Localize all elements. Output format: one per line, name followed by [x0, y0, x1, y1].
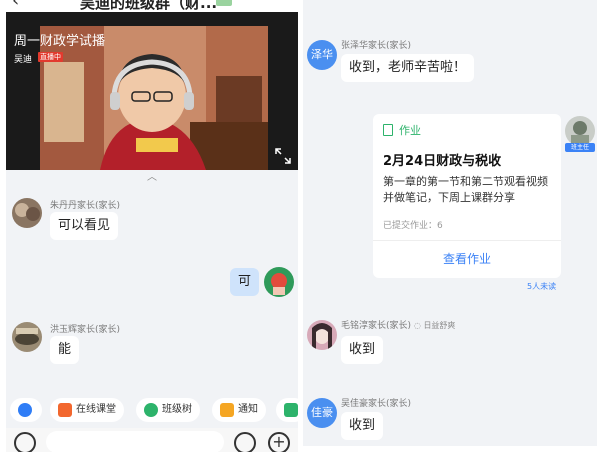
- avatar[interactable]: [12, 322, 42, 352]
- function-toolbar: 在线课堂 班级树 通知: [6, 396, 298, 426]
- message-input-bar: +: [6, 428, 298, 452]
- message-bubble[interactable]: 收到: [341, 412, 384, 440]
- avatar[interactable]: 佳豪: [307, 398, 337, 428]
- classroom-icon: [58, 403, 72, 417]
- message-bubble[interactable]: 可以看见: [50, 212, 119, 240]
- share-tool-button[interactable]: [10, 398, 42, 422]
- collapse-video-bar[interactable]: ︿: [6, 168, 298, 183]
- presenter-name: 吴迪: [14, 55, 33, 65]
- message-bubble[interactable]: 收到，老师辛苦啦！: [341, 54, 475, 82]
- my-avatar[interactable]: [264, 267, 294, 297]
- class-tree-button[interactable]: 班级树: [136, 398, 200, 422]
- sender-name: 朱丹丹家长(家长): [50, 201, 121, 211]
- online-classroom-button[interactable]: 在线课堂: [50, 398, 124, 422]
- unread-count[interactable]: 5人未读: [527, 281, 556, 292]
- status-sticker: ◌ 日益舒爽: [413, 321, 456, 330]
- tool-label: 班级树: [162, 404, 192, 415]
- notice-button[interactable]: 通知: [212, 398, 266, 422]
- teacher-avatar[interactable]: [565, 116, 595, 146]
- left-chat-panel: ‹ 吴迪的班级群（财... 周一财政学试播 吴迪 直播中 ︿ 朱丹丹家长(家长)…: [6, 0, 298, 452]
- divider: [373, 240, 561, 241]
- tool-label: 通知: [238, 404, 258, 415]
- chat-title: 吴迪的班级群（财...: [80, 0, 218, 12]
- green-card-icon: [284, 403, 298, 417]
- live-video-player[interactable]: 周一财政学试播 吴迪 直播中: [6, 12, 298, 170]
- avatar[interactable]: [307, 320, 337, 350]
- avatar[interactable]: [12, 198, 42, 228]
- mic-icon[interactable]: [14, 432, 36, 452]
- sender-name: 毛铭淳家长(家长) ◌ 日益舒爽: [341, 318, 455, 331]
- blue-share-icon: [18, 403, 32, 417]
- avatar[interactable]: 泽华: [307, 40, 337, 70]
- homework-description: 第一章的第一节和第二节观看视频并做笔记，下周上课群分享: [383, 175, 548, 204]
- message-input[interactable]: [46, 431, 224, 452]
- tool-label: 在线课堂: [76, 404, 116, 415]
- view-homework-button[interactable]: 查看作业: [373, 242, 561, 276]
- megaphone-icon: [220, 403, 234, 417]
- teacher-role-badge: 班主任: [565, 143, 595, 152]
- right-chat-panel: 泽华 张泽华家长(家长) 收到，老师辛苦啦！ 作业 2月24日财政与税收 第一章…: [303, 0, 597, 446]
- live-badge: 直播中: [38, 52, 63, 62]
- fullscreen-icon[interactable]: [274, 147, 292, 165]
- homework-title: 2月24日财政与税收: [383, 154, 502, 169]
- chevron-left-icon[interactable]: ‹: [12, 0, 19, 11]
- more-tool-button[interactable]: [276, 398, 298, 422]
- homework-card[interactable]: 作业 2月24日财政与税收 第一章的第一节和第二节观看视频并做笔记，下周上课群分…: [373, 114, 561, 278]
- my-message-bubble[interactable]: 可: [230, 268, 260, 296]
- sender-name: 洪玉辉家长(家长): [50, 325, 121, 335]
- chat-header: ‹ 吴迪的班级群（财...: [6, 0, 298, 12]
- sender-name-text: 毛铭淳家长(家长): [341, 321, 412, 331]
- live-title: 周一财政学试播: [14, 34, 106, 49]
- sender-name: 吴佳豪家长(家长): [341, 399, 412, 409]
- sender-name: 张泽华家长(家长): [341, 41, 412, 51]
- message-bubble[interactable]: 收到: [341, 336, 384, 364]
- message-bubble[interactable]: 能: [50, 336, 80, 364]
- group-tag-icon: [216, 0, 232, 6]
- emoji-icon[interactable]: [234, 432, 256, 452]
- homework-icon: [383, 124, 393, 136]
- tree-icon: [144, 403, 158, 417]
- status-sticker-text: 日益舒爽: [423, 321, 456, 330]
- plus-icon[interactable]: +: [268, 432, 290, 452]
- homework-label: 作业: [399, 124, 421, 137]
- homework-submitted-count: 已提交作业：6: [383, 221, 443, 231]
- chevron-up-icon[interactable]: ︿: [147, 168, 157, 183]
